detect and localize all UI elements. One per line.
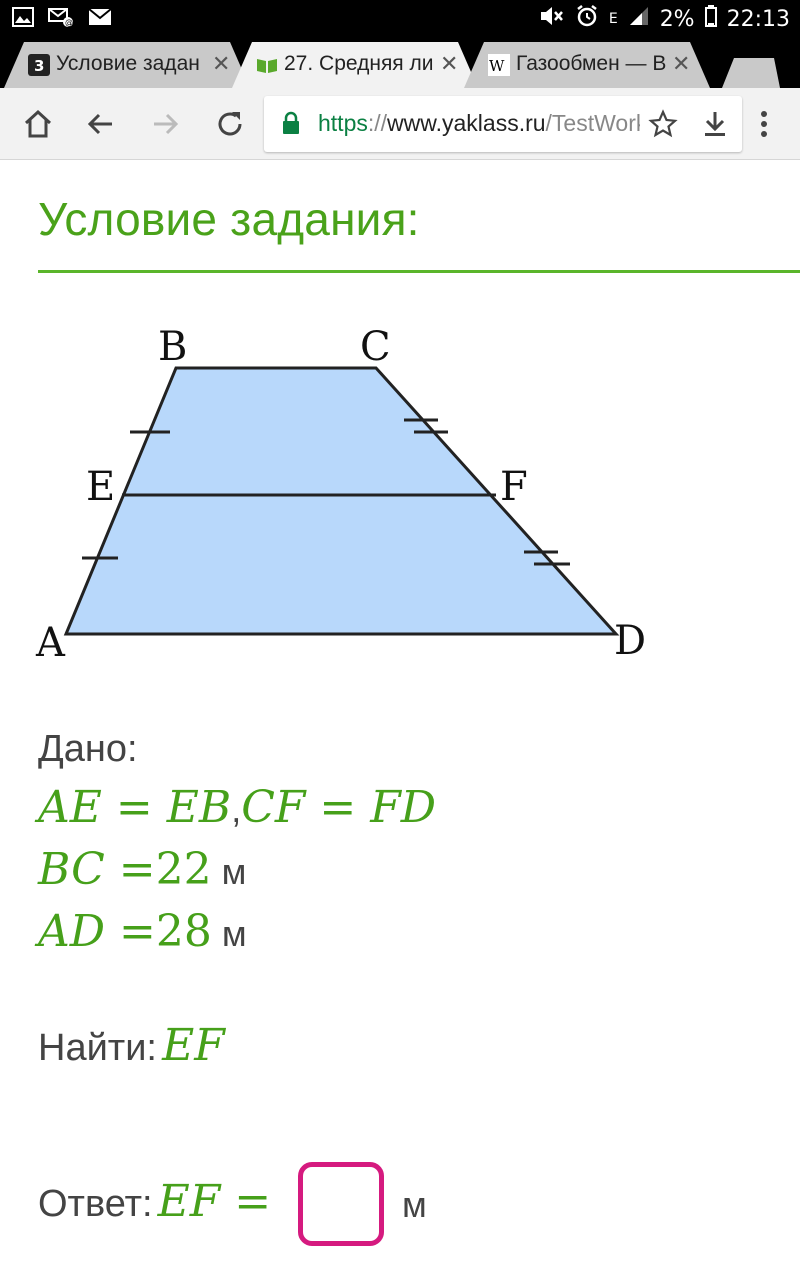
battery-icon [704,5,717,33]
given-bc-line: BC =22 м [38,844,246,895]
tab-title: Условие задан [56,52,200,75]
given-ad-variable: AD = [38,906,156,957]
svg-text:@: @ [65,18,73,27]
given-eq-separator: , [231,789,242,830]
svg-text:3: 3 [34,57,44,75]
tab-wikipedia[interactable]: W Газообмен — В ✕ [464,42,710,88]
alarm-icon [575,4,599,34]
signal-icon [628,5,650,33]
given-bc-value: 22 [155,844,212,895]
forward-icon[interactable] [148,106,184,142]
given-ad-value: 28 [155,906,212,957]
battery-percent: 2% [659,6,695,32]
page-title: Условие задания: [38,193,420,245]
back-icon[interactable] [82,106,118,142]
answer-variable: EF = [157,1176,272,1227]
yaklass-favicon: 3 [28,54,50,76]
tab-title: 27. Средняя ли [284,52,434,75]
given-bc-unit: м [221,851,247,892]
menu-icon[interactable] [754,106,774,142]
vertex-label-d: D [614,618,646,664]
given-bc-variable: BC = [38,844,156,895]
given-ad-line: AD =28 м [38,906,247,957]
close-icon[interactable]: ✕ [440,52,458,77]
given-ad-unit: м [221,913,247,954]
heading-divider [38,270,800,273]
vertex-label-e: E [86,464,115,510]
tab-title: Газообмен — В [516,52,666,75]
book-icon [256,54,278,76]
answer-unit: м [402,1184,427,1225]
close-icon[interactable]: ✕ [212,52,230,77]
download-icon[interactable] [702,110,728,142]
tab-yaklass-task[interactable]: 3 Условие задан ✕ [4,42,250,88]
given-eq-cf-fd: CF = FD [241,782,437,833]
tab-strip: 3 Условие задан ✕ 27. Средняя ли ✕ W Газ… [0,36,800,88]
find-variable: EF [162,1020,225,1071]
trapezoid-figure: B C E F A D [30,318,670,682]
home-icon[interactable] [20,106,56,142]
given-label: Дано: [38,728,138,770]
find-line: Найти: EF [38,1020,225,1071]
find-label: Найти: [38,1027,157,1069]
reload-icon[interactable] [212,106,248,142]
mute-icon [539,4,565,34]
vertex-label-b: B [158,324,187,370]
given-equality-line: AE = EB,CF = FD [38,782,436,833]
image-notification-icon [12,7,34,31]
wikipedia-icon: W [488,54,510,76]
email-notification-icon: @ [48,6,74,32]
tab-midline[interactable]: 27. Средняя ли ✕ [232,42,478,88]
vertex-label-f: F [500,464,528,510]
browser-toolbar: https://www.yaklass.ru/TestWork [0,88,800,160]
given-eq-ae-eb: AE = EB [38,782,232,833]
network-type-icon: E [608,11,618,27]
answer-box[interactable] [298,1162,384,1246]
svg-text:W: W [489,57,505,75]
mail-notification-icon [88,7,112,31]
url-text: https://www.yaklass.ru/TestWork [318,110,640,136]
answer-input[interactable] [309,1173,373,1235]
lock-icon [282,111,300,139]
clock: 22:13 [726,6,790,32]
status-bar: @ E 2% 22:13 [0,0,800,36]
answer-label: Ответ: [38,1183,153,1225]
vertex-label-a: A [35,620,66,666]
trapezoid-shape [63,366,620,636]
close-icon[interactable]: ✕ [672,52,690,77]
address-bar[interactable]: https://www.yaklass.ru/TestWork [264,96,742,152]
star-icon[interactable] [648,109,678,143]
answer-line: Ответ: EF = [38,1176,271,1227]
new-tab-button[interactable] [716,42,786,88]
vertex-label-c: C [360,324,391,370]
